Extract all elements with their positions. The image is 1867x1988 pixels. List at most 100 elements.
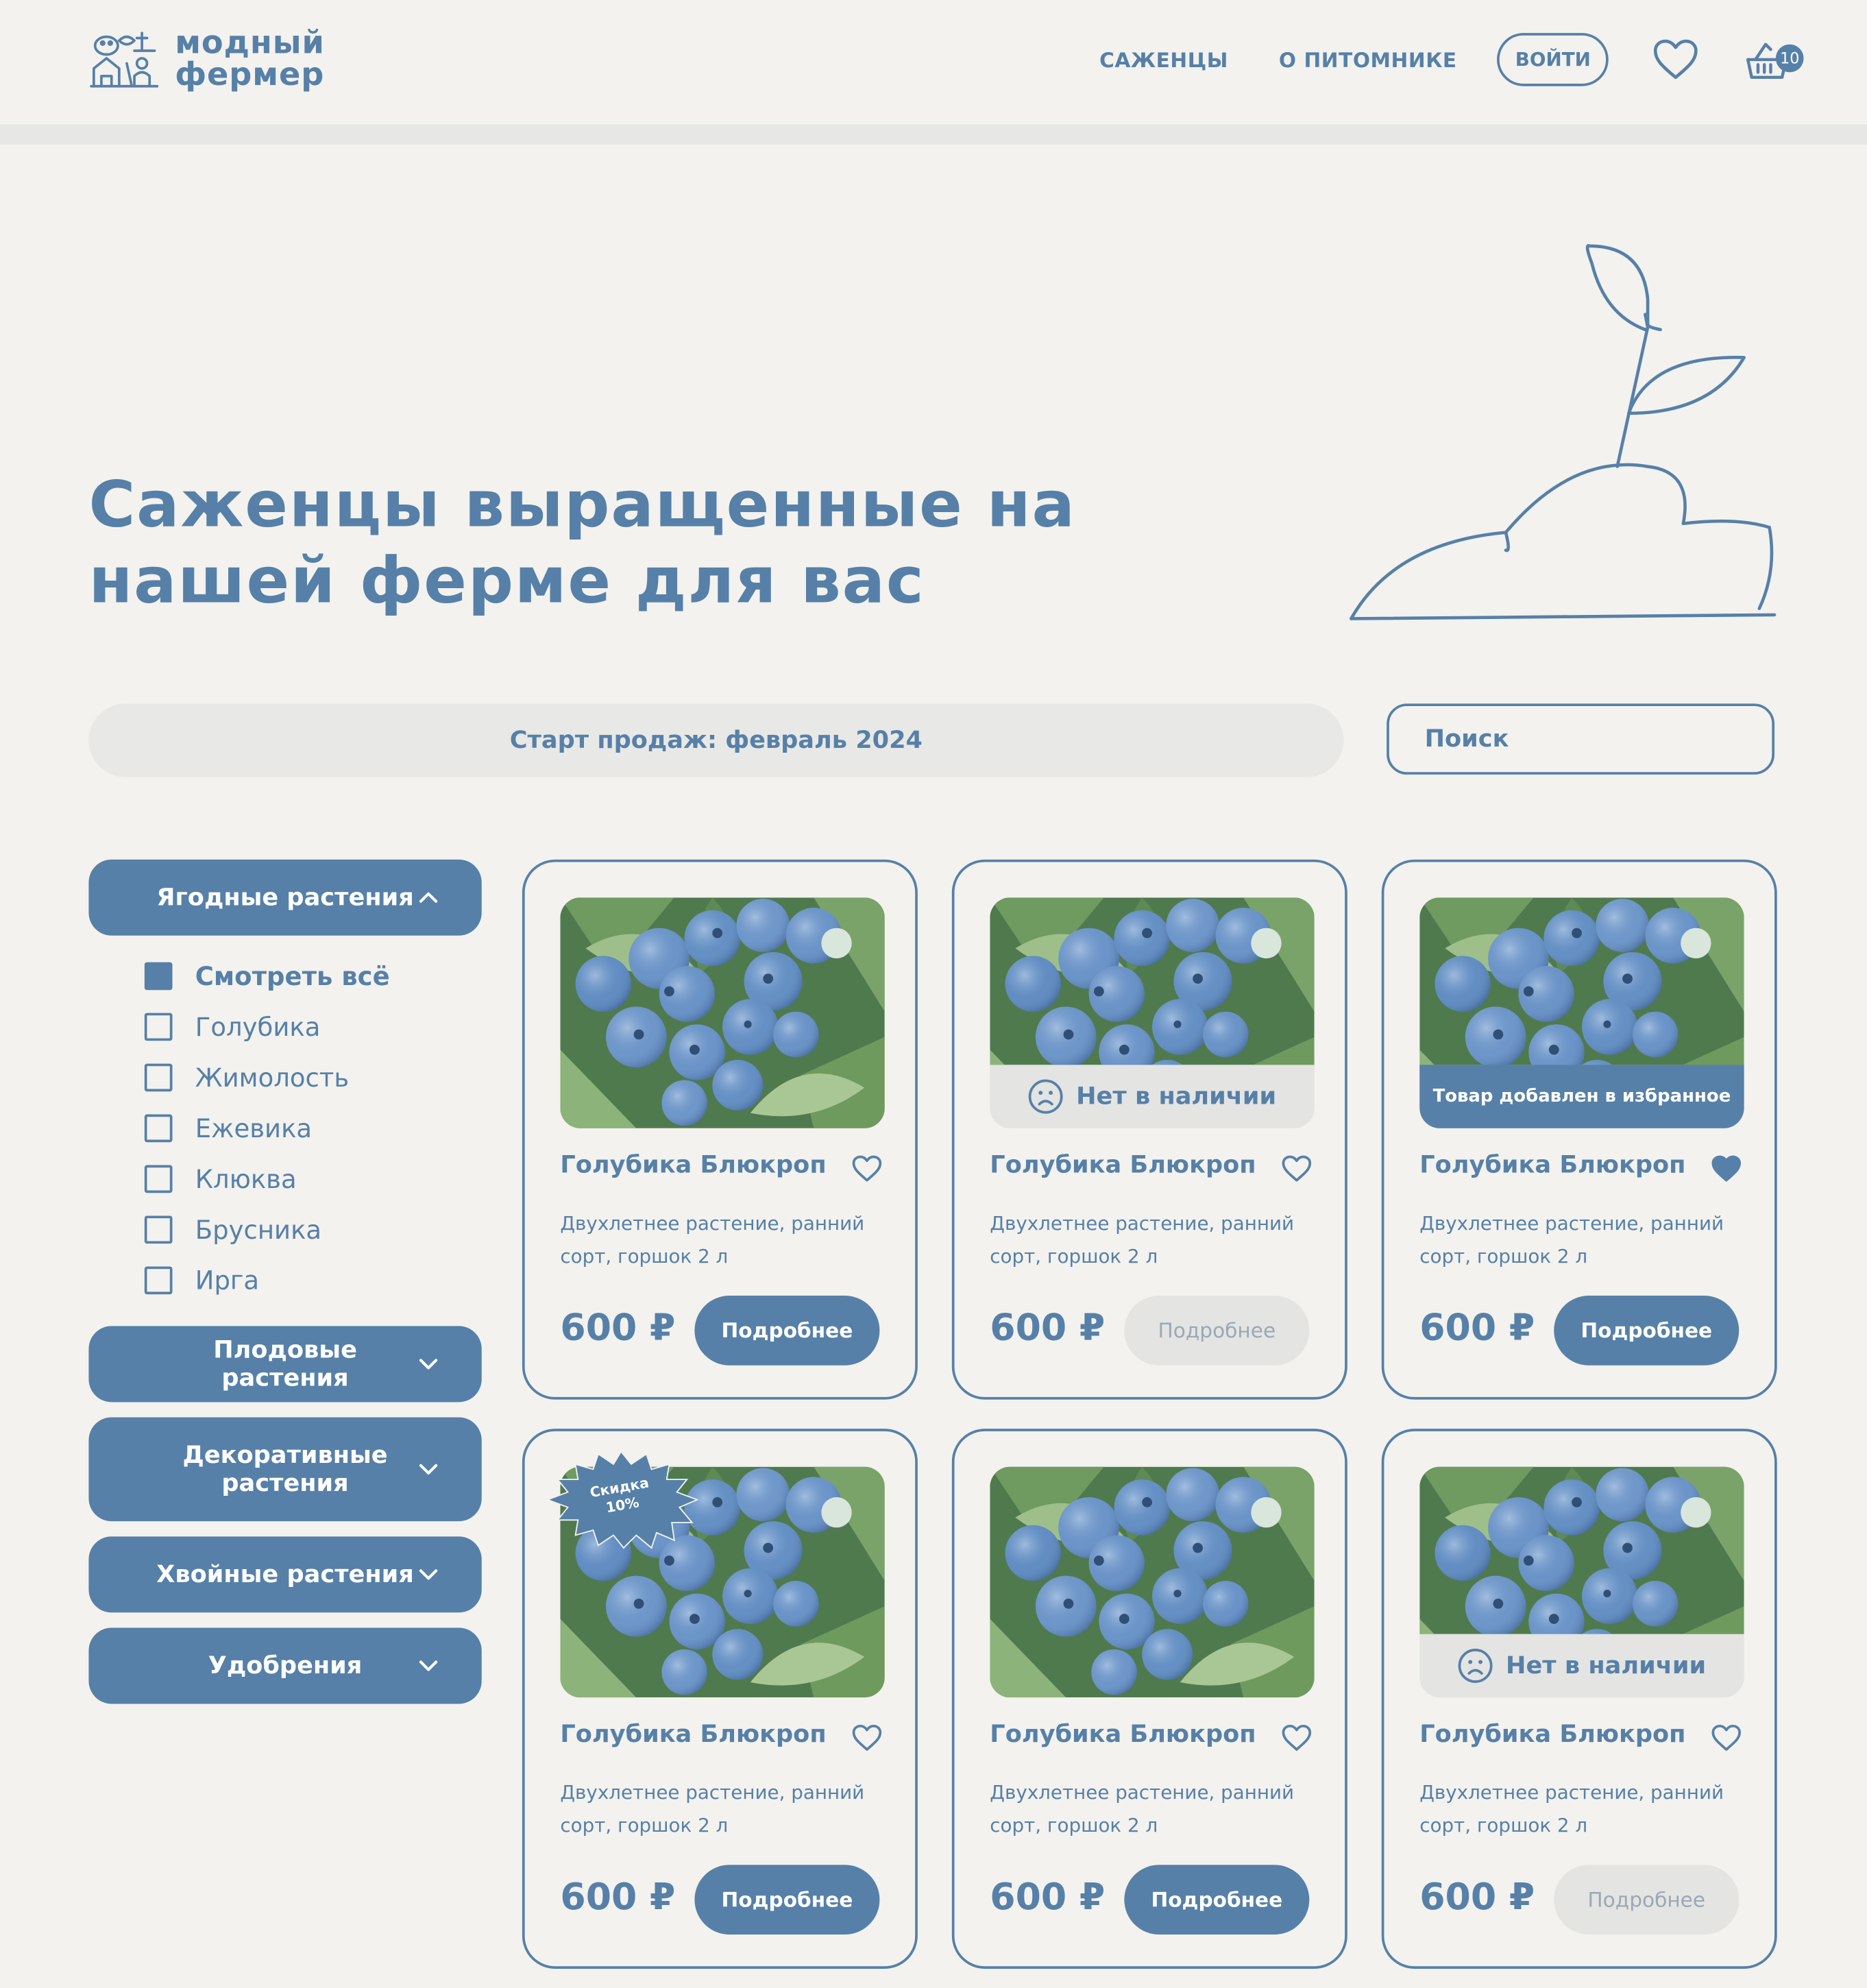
page-inner: модный фермер САЖЕНЦЫ О ПИТОМНИКЕ ВОЙТИ — [0, 0, 1867, 1988]
checkbox[interactable] — [144, 1165, 173, 1193]
product-description: Двухлетнее растение, ранний сорт, горшок… — [990, 1211, 1295, 1268]
product-card[interactable]: Нет в наличии Голубика Блюкроп Двухлетне… — [951, 859, 1347, 1400]
cart-button[interactable]: 10 — [1743, 37, 1804, 83]
sprout-illustration — [1350, 244, 1777, 620]
search-input[interactable] — [1421, 723, 1766, 755]
details-button[interactable]: Подробнее — [1554, 1865, 1740, 1935]
filter-serviceberry[interactable]: Ирга — [144, 1255, 482, 1306]
heart-icon[interactable] — [852, 1724, 882, 1752]
product-price: 600 ₽ — [1419, 1305, 1535, 1349]
checkbox[interactable] — [144, 1063, 173, 1092]
product-title[interactable]: Голубика Блюкроп — [560, 1721, 826, 1749]
filter-blackberry[interactable]: Ежевика — [144, 1103, 482, 1154]
category-label: Декоративные растения — [182, 1441, 388, 1498]
product-grid: Голубика Блюкроп Двухлетнее растение, ра… — [522, 859, 1777, 1969]
heart-icon[interactable] — [1282, 1724, 1312, 1752]
logo-line-1: модный — [175, 24, 325, 61]
sad-face-icon — [1458, 1648, 1493, 1684]
product-title[interactable]: Голубика Блюкроп — [1419, 1151, 1685, 1179]
checkbox-checked[interactable] — [144, 962, 173, 991]
logo-line-2: фермер — [175, 56, 325, 93]
product-card[interactable]: Голубика Блюкроп Двухлетнее растение, ра… — [522, 859, 918, 1400]
added-to-favorites-banner: Товар добавлен в избранное — [1419, 1065, 1744, 1128]
category-berry-plants[interactable]: Ягодные растения — [88, 859, 482, 936]
product-title[interactable]: Голубика Блюкроп — [990, 1721, 1256, 1749]
product-price: 600 ₽ — [1419, 1875, 1535, 1918]
filter-all[interactable]: Смотреть всё — [144, 951, 482, 1002]
product-photo[interactable] — [1419, 897, 1744, 1065]
status-text: Нет в наличии — [1076, 1082, 1277, 1111]
category-conifer-plants[interactable]: Хвойные растения — [88, 1536, 482, 1613]
filter-label: Голубика — [195, 1011, 321, 1043]
logo-farm-icon — [90, 32, 159, 88]
product-photo[interactable] — [1419, 1467, 1744, 1634]
nav-link-about[interactable]: О ПИТОМНИКЕ — [1279, 47, 1457, 71]
filter-cranberry[interactable]: Клюква — [144, 1154, 482, 1204]
sad-face-icon — [1028, 1079, 1064, 1115]
filter-label: Клюква — [195, 1163, 297, 1195]
checkbox[interactable] — [144, 1215, 173, 1244]
page-title: Саженцы выращенные на нашей ферме для ва… — [88, 468, 1076, 618]
category-label: Плодовые растения — [213, 1336, 357, 1392]
product-photo[interactable] — [990, 897, 1314, 1065]
product-card[interactable]: Скидка 10% Голубика Блюкроп Двухлетнее р… — [522, 1429, 918, 1969]
product-card[interactable]: Голубика Блюкроп Двухлетнее растение, ра… — [951, 1429, 1347, 1969]
filter-label: Смотреть всё — [195, 960, 390, 992]
sale-start-banner: Старт продаж: февраль 2024 — [88, 703, 1344, 777]
product-photo[interactable] — [990, 1467, 1314, 1698]
filter-label: Брусника — [195, 1214, 322, 1246]
status-text: Нет в наличии — [1506, 1651, 1707, 1680]
heart-filled-icon[interactable] — [1711, 1155, 1742, 1183]
product-title[interactable]: Голубика Блюкроп — [990, 1151, 1256, 1179]
page: модный фермер САЖЕНЦЫ О ПИТОМНИКЕ ВОЙТИ — [0, 0, 1867, 1987]
product-card[interactable]: Товар добавлен в избранное Голубика Блюк… — [1381, 859, 1777, 1400]
chevron-down-icon — [418, 1463, 439, 1475]
category-fertilizers[interactable]: Удобрения — [88, 1627, 482, 1704]
filter-honeysuckle[interactable]: Жимолость — [144, 1052, 482, 1103]
discount-badge: Скидка 10% — [546, 1450, 699, 1549]
product-photo[interactable] — [560, 897, 884, 1128]
details-button[interactable]: Подробнее — [694, 1295, 880, 1366]
login-button[interactable]: ВОЙТИ — [1497, 33, 1609, 86]
product-title[interactable]: Голубика Блюкроп — [1419, 1721, 1685, 1749]
filter-lingonberry[interactable]: Брусника — [144, 1204, 482, 1255]
product-title[interactable]: Голубика Блюкроп — [560, 1151, 826, 1179]
chevron-down-icon — [418, 1568, 439, 1581]
product-price: 600 ₽ — [560, 1875, 676, 1918]
details-button[interactable]: Подробнее — [1124, 1295, 1310, 1366]
checkbox[interactable] — [144, 1266, 173, 1295]
product-description: Двухлетнее растение, ранний сорт, горшок… — [560, 1211, 865, 1268]
product-card[interactable]: Нет в наличии Голубика Блюкроп Двухлетне… — [1381, 1429, 1777, 1969]
product-description: Двухлетнее растение, ранний сорт, горшок… — [1419, 1781, 1724, 1837]
chevron-down-icon — [418, 1660, 439, 1672]
filter-label: Ежевика — [195, 1113, 313, 1144]
filter-label: Ирга — [195, 1265, 260, 1296]
category-label: Удобрения — [208, 1651, 363, 1680]
category-decorative-plants[interactable]: Декоративные растения — [88, 1417, 482, 1522]
product-description: Двухлетнее растение, ранний сорт, горшок… — [990, 1781, 1295, 1837]
nav-link-seedlings[interactable]: САЖЕНЦЫ — [1099, 47, 1228, 71]
berry-filter-list: Смотреть всё Голубика Жимолость Ежевика … — [144, 951, 482, 1306]
heart-icon[interactable] — [1711, 1724, 1742, 1752]
category-sidebar: Ягодные растения Смотреть всё Голубика Ж… — [88, 859, 482, 1719]
checkbox[interactable] — [144, 1114, 173, 1143]
details-button[interactable]: Подробнее — [1124, 1865, 1310, 1935]
details-button[interactable]: Подробнее — [694, 1865, 880, 1935]
filter-blueberry[interactable]: Голубика — [144, 1002, 482, 1052]
product-description: Двухлетнее растение, ранний сорт, горшок… — [560, 1781, 865, 1837]
logo-text: модный фермер — [175, 27, 325, 90]
main-nav: САЖЕНЦЫ О ПИТОМНИКЕ ВОЙТИ 10 — [1049, 33, 1804, 86]
favorites-heart-icon[interactable] — [1652, 37, 1700, 83]
category-fruit-plants[interactable]: Плодовые растения — [88, 1326, 482, 1403]
cart-count-badge: 10 — [1775, 44, 1804, 73]
logo[interactable]: модный фермер — [88, 25, 324, 91]
product-description: Двухлетнее растение, ранний сорт, горшок… — [1419, 1211, 1724, 1268]
details-button[interactable]: Подробнее — [1554, 1295, 1740, 1366]
checkbox[interactable] — [144, 1013, 173, 1041]
category-label: Ягодные растения — [156, 883, 414, 912]
heart-icon[interactable] — [1282, 1155, 1312, 1183]
status-text: Товар добавлен в избранное — [1432, 1086, 1731, 1107]
heart-icon[interactable] — [852, 1155, 882, 1183]
search-box[interactable] — [1387, 703, 1775, 775]
chevron-up-icon — [418, 891, 439, 904]
